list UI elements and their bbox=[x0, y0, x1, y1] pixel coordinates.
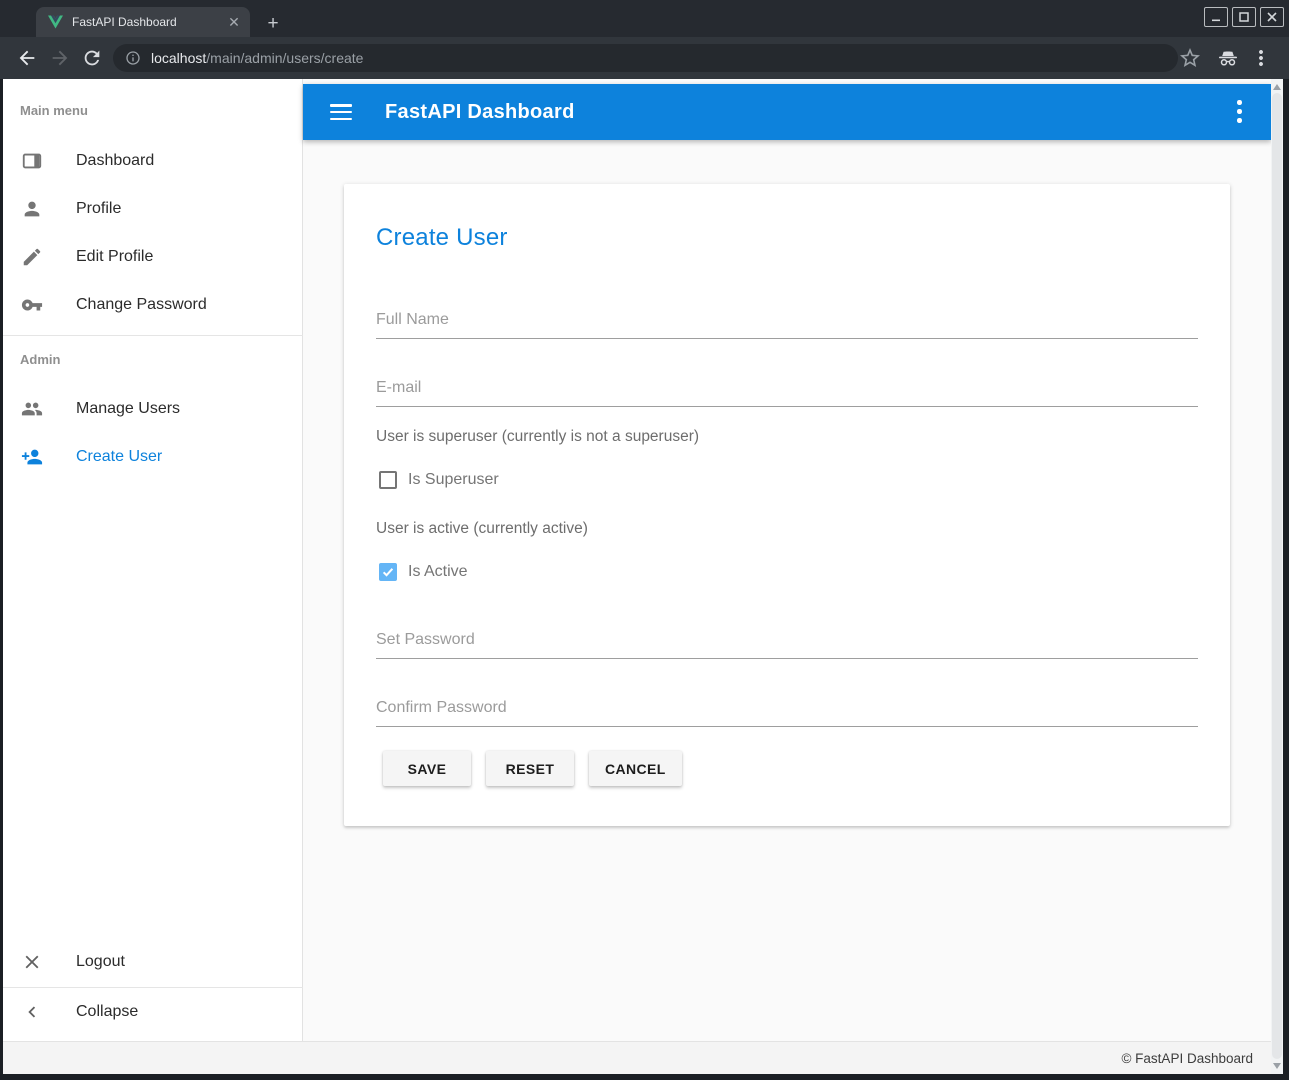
new-tab-button[interactable]: + bbox=[262, 14, 284, 36]
dashboard-icon bbox=[21, 150, 43, 172]
app-bar-kebab-icon[interactable] bbox=[1237, 100, 1241, 124]
scrollbar-up-arrow-icon[interactable] bbox=[1273, 84, 1281, 90]
sidebar-divider bbox=[3, 335, 303, 336]
tab-close-icon[interactable]: ✕ bbox=[226, 14, 242, 30]
pencil-icon bbox=[21, 246, 43, 268]
vue-favicon-icon bbox=[48, 15, 63, 29]
superuser-hint: User is superuser (currently is not a su… bbox=[376, 428, 699, 446]
site-info-icon[interactable] bbox=[125, 50, 141, 66]
is-active-checkbox-row: Is Active bbox=[379, 563, 468, 581]
sidebar: Main menu Dashboard Profile Edit Profile bbox=[3, 79, 303, 1041]
close-x-icon bbox=[21, 951, 43, 973]
main-content-area: FastAPI Dashboard Create User User is su… bbox=[303, 79, 1271, 1041]
window-controls bbox=[1204, 7, 1284, 27]
is-superuser-checkbox-row: Is Superuser bbox=[379, 471, 499, 489]
footer: © FastAPI Dashboard bbox=[3, 1041, 1271, 1074]
footer-copyright: © FastAPI Dashboard bbox=[1121, 1051, 1253, 1066]
back-icon[interactable] bbox=[16, 47, 38, 69]
is-superuser-label: Is Superuser bbox=[408, 471, 499, 489]
browser-toolbar: localhost/main/admin/users/create bbox=[0, 37, 1289, 79]
person-icon bbox=[21, 198, 43, 220]
browser-window: FastAPI Dashboard ✕ + localhost/m bbox=[0, 0, 1289, 1080]
key-icon bbox=[21, 294, 43, 316]
sidebar-item-dashboard[interactable]: Dashboard bbox=[3, 137, 303, 185]
scrollbar-down-arrow-icon[interactable] bbox=[1273, 1063, 1281, 1069]
scrollbar-thumb[interactable] bbox=[1272, 93, 1282, 1059]
sidebar-item-collapse[interactable]: Collapse bbox=[3, 988, 303, 1036]
is-superuser-checkbox[interactable] bbox=[379, 471, 397, 489]
sidebar-item-logout[interactable]: Logout bbox=[3, 938, 303, 986]
sidebar-section-admin: Admin bbox=[20, 352, 60, 367]
browser-tab-bar: FastAPI Dashboard ✕ + bbox=[0, 0, 1289, 37]
sidebar-item-profile[interactable]: Profile bbox=[3, 185, 303, 233]
reload-icon[interactable] bbox=[81, 47, 103, 69]
page-title: Create User bbox=[376, 224, 508, 252]
group-icon bbox=[21, 398, 43, 420]
active-hint: User is active (currently active) bbox=[376, 520, 588, 538]
hamburger-menu-icon[interactable] bbox=[330, 104, 352, 120]
incognito-icon bbox=[1216, 46, 1240, 70]
sidebar-item-change-password[interactable]: Change Password bbox=[3, 281, 303, 329]
create-user-card: Create User User is superuser (currently… bbox=[344, 184, 1230, 826]
chevron-left-icon bbox=[21, 1001, 43, 1023]
email-field[interactable] bbox=[376, 370, 1198, 407]
address-bar[interactable]: localhost/main/admin/users/create bbox=[113, 44, 1178, 72]
page-scrollbar[interactable] bbox=[1271, 79, 1283, 1074]
browser-menu-kebab-icon[interactable] bbox=[1249, 46, 1273, 70]
maximize-button[interactable] bbox=[1232, 7, 1256, 27]
full-name-field[interactable] bbox=[376, 302, 1198, 339]
sidebar-item-manage-users[interactable]: Manage Users bbox=[3, 385, 303, 433]
form-actions: SAVE RESET CANCEL bbox=[383, 751, 697, 786]
minimize-button[interactable] bbox=[1204, 7, 1228, 27]
is-active-checkbox[interactable] bbox=[379, 563, 397, 581]
confirm-password-field[interactable] bbox=[376, 690, 1198, 727]
close-window-button[interactable] bbox=[1260, 7, 1284, 27]
app-bar: FastAPI Dashboard bbox=[303, 84, 1271, 140]
url-text: localhost/main/admin/users/create bbox=[151, 50, 363, 66]
forward-icon[interactable] bbox=[49, 47, 71, 69]
sidebar-item-edit-profile[interactable]: Edit Profile bbox=[3, 233, 303, 281]
page-viewport: Main menu Dashboard Profile Edit Profile bbox=[3, 79, 1283, 1074]
reset-button[interactable]: RESET bbox=[486, 751, 574, 786]
save-button[interactable]: SAVE bbox=[383, 751, 471, 786]
cancel-button[interactable]: CANCEL bbox=[589, 751, 682, 786]
tab-title: FastAPI Dashboard bbox=[72, 15, 226, 29]
person-add-icon bbox=[21, 446, 43, 468]
set-password-field[interactable] bbox=[376, 622, 1198, 659]
sidebar-item-create-user[interactable]: Create User bbox=[3, 433, 303, 481]
app-bar-title: FastAPI Dashboard bbox=[385, 101, 575, 124]
sidebar-section-main-menu: Main menu bbox=[20, 103, 88, 118]
browser-tab[interactable]: FastAPI Dashboard ✕ bbox=[36, 7, 250, 37]
bookmark-star-icon[interactable] bbox=[1178, 46, 1202, 70]
is-active-label: Is Active bbox=[408, 563, 468, 581]
